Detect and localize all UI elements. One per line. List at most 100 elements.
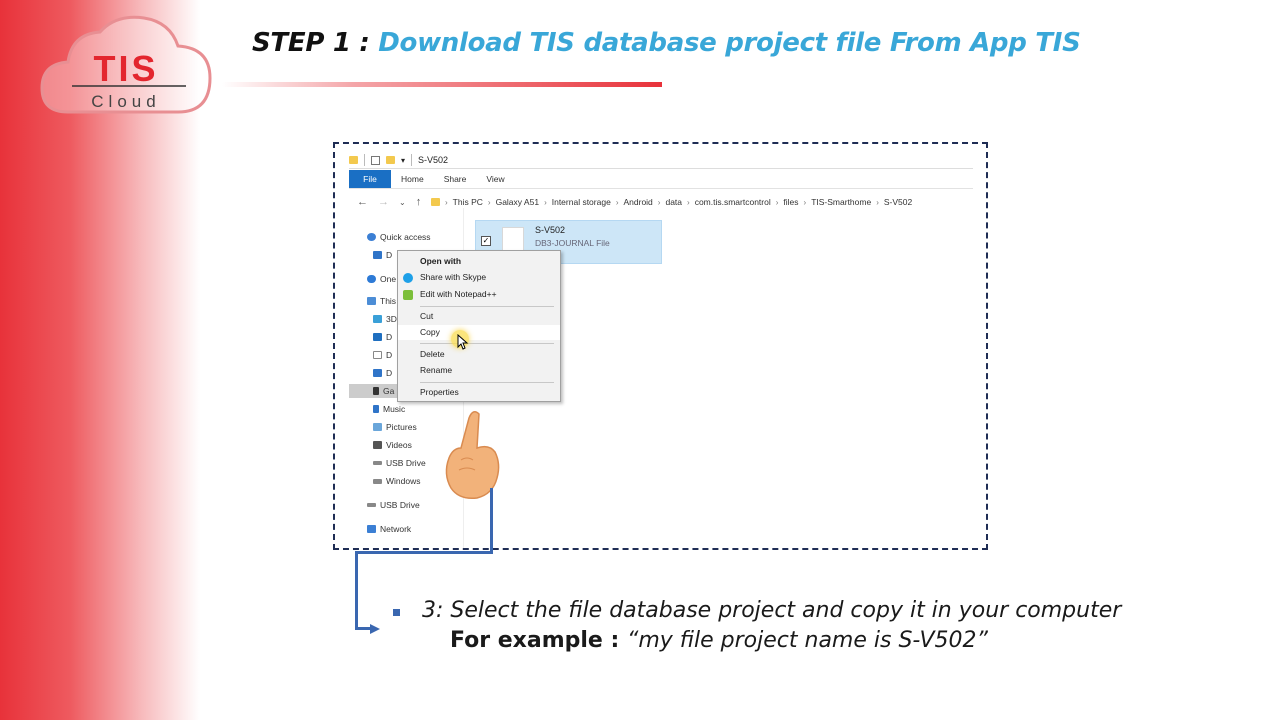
music-icon (373, 405, 379, 413)
menu-separator (420, 306, 554, 307)
back-arrow-icon[interactable]: ← (357, 196, 368, 208)
breadcrumb-s-v502[interactable]: S-V502 (884, 197, 912, 207)
menu-item-edit-notepad[interactable]: Edit with Notepad++ (398, 287, 560, 302)
bullet-square (393, 609, 400, 616)
sidebar-item-downloads-2[interactable]: D (373, 366, 392, 380)
menu-item-copy[interactable]: Copy (398, 325, 560, 340)
chevron-right-icon: › (803, 197, 807, 207)
sidebar-item-desktop[interactable]: D (373, 330, 392, 344)
new-folder-icon[interactable] (386, 156, 395, 164)
sidebar-item-label: D (386, 332, 393, 342)
document-icon (373, 351, 382, 359)
menu-item-share-skype[interactable]: Share with Skype (398, 270, 560, 285)
download-icon (373, 251, 382, 259)
properties-icon[interactable] (371, 155, 380, 165)
menu-item-label: Share with Skype (420, 272, 487, 282)
sidebar-item-label: Windows (386, 476, 421, 486)
page-title: STEP 1 : Download TIS database project f… (252, 28, 1081, 58)
file-checkbox[interactable]: ✓ (481, 236, 491, 246)
breadcrumb-data[interactable]: data (665, 197, 682, 207)
sidebar-item-quick-access[interactable]: Quick access (367, 230, 431, 244)
breadcrumb-files[interactable]: files (783, 197, 798, 207)
notepad-plus-icon (403, 290, 413, 300)
chevron-right-icon: › (876, 197, 879, 207)
chevron-right-icon: › (657, 197, 661, 207)
title-text: Download TIS database project file From … (378, 28, 1081, 58)
phone-icon (373, 387, 379, 395)
menu-separator (420, 382, 554, 383)
sidebar-item-label: USB Drive (380, 500, 420, 510)
onedrive-icon (367, 275, 376, 283)
tab-home[interactable]: Home (391, 170, 434, 188)
sidebar-item-label: Pictures (386, 422, 417, 432)
sidebar-item-label: 3D (386, 314, 397, 324)
sidebar-item-usb-drive-2[interactable]: USB Drive (367, 498, 420, 512)
logo-subtitle: Cloud (91, 92, 161, 111)
chevron-right-icon: › (775, 197, 779, 207)
breadcrumb-internal-storage[interactable]: Internal storage (552, 197, 611, 207)
ribbon-divider (349, 188, 973, 189)
sidebar-item-label: Ga (383, 386, 395, 396)
tab-share[interactable]: Share (434, 170, 477, 188)
example-label: For example : (450, 628, 627, 653)
menu-separator (420, 343, 554, 344)
breadcrumb[interactable]: › This PC › Galaxy A51 › Internal storag… (431, 194, 912, 210)
sidebar-item-onedrive[interactable]: One (367, 272, 396, 286)
breadcrumb-tis-smarthome[interactable]: TIS-Smarthome (811, 197, 871, 207)
menu-item-delete[interactable]: Delete (398, 347, 560, 362)
star-icon (367, 233, 376, 241)
connector-line (355, 551, 493, 554)
tab-view[interactable]: View (476, 170, 514, 188)
sidebar-item-music[interactable]: Music (373, 402, 405, 416)
sidebar-item-label: Quick access (380, 232, 431, 242)
menu-item-properties[interactable]: Properties (398, 385, 560, 400)
chevron-right-icon: › (544, 197, 547, 207)
videos-icon (373, 441, 382, 449)
pointing-hand-icon (445, 411, 500, 500)
sidebar-item-label: This (380, 296, 397, 306)
download-icon (373, 369, 382, 377)
title-step: STEP 1 : (252, 28, 379, 58)
sidebar-item-network[interactable]: Network (367, 522, 411, 536)
sidebar-item-3d-objects[interactable]: 3D (373, 312, 397, 326)
sidebar-item-downloads[interactable]: D (373, 248, 392, 262)
sidebar-item-label: One (380, 274, 397, 284)
pc-icon (367, 297, 376, 305)
sidebar-item-label: Videos (386, 440, 412, 450)
example-value: “my file project name is S-V502” (626, 628, 988, 653)
sidebar-item-label: Music (383, 404, 406, 414)
sidebar-item-this-pc[interactable]: This (367, 294, 396, 308)
breadcrumb-galaxy[interactable]: Galaxy A51 (496, 197, 539, 207)
ribbon-tabs: File Home Share View (349, 170, 515, 188)
customize-dropdown-icon[interactable]: ▾ (401, 156, 405, 165)
sidebar-item-windows[interactable]: Windows (373, 474, 420, 488)
menu-item-label: Edit with Notepad++ (420, 289, 497, 299)
connector-arrow-icon (370, 624, 380, 634)
sidebar-item-documents[interactable]: D (373, 348, 392, 362)
menu-item-rename[interactable]: Rename (398, 363, 560, 378)
up-arrow-icon[interactable]: ↑ (416, 196, 422, 208)
file-type: DB3-JOURNAL File (535, 238, 610, 248)
explorer-screenshot: ▾ S-V502 File Home Share View ← → ⌄ ↑ › … (333, 142, 988, 550)
forward-arrow-icon[interactable]: → (378, 196, 389, 208)
cube-icon (373, 315, 382, 323)
toolbar-divider (411, 154, 413, 166)
tis-cloud-logo: TIS Cloud (38, 12, 214, 120)
menu-item-cut[interactable]: Cut (398, 309, 560, 324)
folder-icon (431, 198, 440, 206)
title-underline (222, 82, 662, 87)
sidebar-item-pictures[interactable]: Pictures (373, 420, 417, 434)
skype-icon (403, 273, 413, 283)
sidebar-item-videos[interactable]: Videos (373, 438, 412, 452)
recent-dropdown-icon[interactable]: ⌄ (399, 198, 406, 207)
context-menu: Open with Share with Skype Edit with Not… (397, 250, 561, 402)
breadcrumb-package[interactable]: com.tis.smartcontrol (695, 197, 771, 207)
sidebar-item-label: D (386, 350, 393, 360)
nav-buttons: ← → ⌄ ↑ (357, 194, 421, 210)
tab-file[interactable]: File (349, 170, 391, 188)
breadcrumb-this-pc[interactable]: This PC (453, 197, 483, 207)
breadcrumb-android[interactable]: Android (623, 197, 652, 207)
sidebar-item-usb-drive[interactable]: USB Drive (373, 456, 426, 470)
drive-icon (373, 478, 382, 484)
menu-item-open-with[interactable]: Open with (398, 254, 560, 269)
